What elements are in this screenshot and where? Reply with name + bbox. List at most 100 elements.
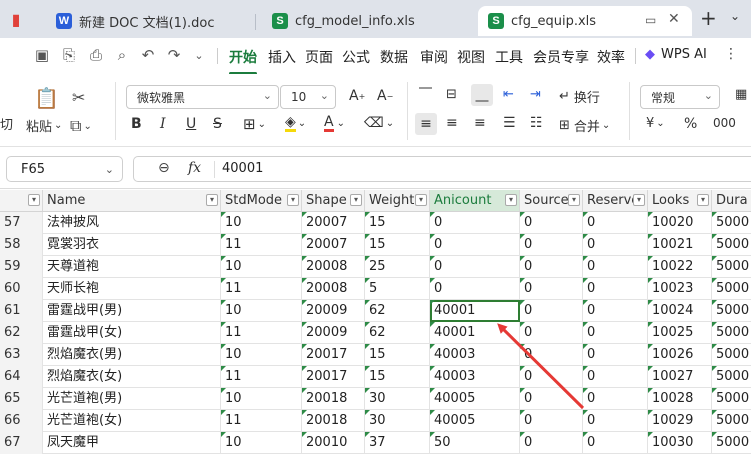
table-cell[interactable]: 5000 — [712, 410, 751, 432]
fx-icon[interactable]: fx — [188, 160, 201, 176]
row-number[interactable]: 65 — [0, 388, 43, 410]
column-header-anicount[interactable]: Anicount ▾ — [430, 190, 520, 211]
row-number[interactable]: 64 — [0, 366, 43, 388]
row-number[interactable]: 57 — [0, 212, 43, 234]
row-number[interactable]: 63 — [0, 344, 43, 366]
table-cell[interactable]: 0 — [583, 256, 648, 278]
table-cell[interactable]: 0 — [520, 410, 583, 432]
decrease-indent-icon[interactable]: ⇤ — [503, 87, 514, 102]
table-cell[interactable]: 50 — [430, 432, 520, 454]
align-middle-icon[interactable]: ⊟ — [446, 87, 457, 102]
zoom-icon[interactable]: ⊖ — [158, 160, 170, 176]
table-cell[interactable]: 15 — [365, 234, 430, 256]
table-cell[interactable]: 法神披风 — [43, 212, 221, 234]
table-cell[interactable]: 30 — [365, 388, 430, 410]
percent-icon[interactable]: % — [684, 116, 697, 132]
number-format-select[interactable]: 常规 ⌄ — [640, 85, 720, 109]
table-cell[interactable]: 11 — [221, 278, 302, 300]
table-cell[interactable]: 30 — [365, 410, 430, 432]
table-cell[interactable]: 0 — [430, 278, 520, 300]
table-cell[interactable]: 0 — [583, 234, 648, 256]
scissors-icon[interactable]: ✂ — [72, 88, 85, 107]
table-cell[interactable]: 烈焰魔衣(男) — [43, 344, 221, 366]
menu-tab-efficiency[interactable]: 效率 — [597, 47, 625, 67]
new-tab-icon[interactable]: + — [700, 6, 717, 30]
table-cell[interactable]: 烈焰魔衣(女) — [43, 366, 221, 388]
italic-icon[interactable]: I — [160, 116, 166, 132]
table-cell[interactable]: 0 — [583, 432, 648, 454]
font-color-icon[interactable]: A ⌄ — [324, 115, 345, 132]
table-cell[interactable]: 0 — [583, 410, 648, 432]
table-cell[interactable]: 40003 — [430, 344, 520, 366]
table-cell[interactable]: 15 — [365, 212, 430, 234]
border-icon[interactable]: ⊞ ⌄ — [243, 115, 266, 133]
table-cell[interactable]: 凤天魔甲 — [43, 432, 221, 454]
wrap-text-button[interactable]: ↵ 换行 — [559, 87, 600, 106]
menu-tab-home[interactable]: 开始 — [229, 47, 257, 75]
table-cell[interactable]: 5 — [365, 278, 430, 300]
redo-icon[interactable]: ↷ — [165, 46, 183, 64]
table-cell[interactable]: 20008 — [302, 278, 365, 300]
table-cell[interactable]: 10 — [221, 256, 302, 278]
table-cell[interactable]: 0 — [583, 344, 648, 366]
table-cell[interactable]: 20018 — [302, 410, 365, 432]
table-cell[interactable]: 5000 — [712, 432, 751, 454]
currency-button[interactable]: ¥ ⌄ — [646, 116, 665, 131]
table-cell[interactable]: 10029 — [648, 410, 712, 432]
table-cell[interactable]: 37 — [365, 432, 430, 454]
more-icon[interactable]: ⋮ — [724, 46, 738, 62]
table-cell[interactable]: 0 — [430, 212, 520, 234]
align-top-icon[interactable]: ⎺ — [419, 87, 432, 102]
conditional-format-icon[interactable]: ▦ — [735, 87, 747, 102]
column-header-shape[interactable]: Shape ▾ — [302, 190, 365, 211]
align-left-icon[interactable]: ≡ — [415, 113, 437, 135]
table-cell[interactable]: 0 — [583, 212, 648, 234]
table-cell[interactable]: 10020 — [648, 212, 712, 234]
table-cell[interactable]: 0 — [520, 256, 583, 278]
table-cell[interactable]: 10026 — [648, 344, 712, 366]
tab-doc[interactable]: W 新建 DOC 文档(1).doc — [46, 6, 256, 36]
close-icon[interactable]: ✕ — [668, 11, 680, 27]
column-header-reserve[interactable]: Reserve ▾ — [583, 190, 648, 211]
align-center-icon[interactable]: ≡ — [446, 115, 458, 131]
fill-color-icon[interactable]: ◈ ⌄ — [285, 115, 306, 132]
table-cell[interactable]: 10022 — [648, 256, 712, 278]
table-cell[interactable]: 雷霆战甲(男) — [43, 300, 221, 322]
table-cell[interactable]: 5000 — [712, 256, 751, 278]
row-number[interactable]: 61 — [0, 300, 43, 322]
paste-button[interactable]: 粘贴 ⌄ — [26, 116, 62, 135]
table-cell[interactable]: 0 — [583, 278, 648, 300]
table-cell[interactable]: 20009 — [302, 322, 365, 344]
table-cell[interactable]: 10023 — [648, 278, 712, 300]
table-cell[interactable]: 0 — [520, 432, 583, 454]
table-cell[interactable]: 0 — [583, 300, 648, 322]
table-cell[interactable]: 20008 — [302, 256, 365, 278]
increase-indent-icon[interactable]: ⇥ — [530, 87, 541, 102]
table-cell[interactable]: 5000 — [712, 278, 751, 300]
pdf-icon[interactable]: ▮ — [6, 9, 26, 29]
table-cell[interactable]: 20010 — [302, 432, 365, 454]
chevron-down-icon[interactable]: ⌄ — [730, 9, 740, 23]
row-number[interactable]: 67 — [0, 432, 43, 454]
table-cell[interactable]: 11 — [221, 410, 302, 432]
export-pdf-icon[interactable]: ⎘ — [60, 46, 78, 64]
table-cell[interactable]: 40003 — [430, 366, 520, 388]
align-bottom-icon[interactable]: ⎽ — [471, 84, 493, 106]
menu-tab-review[interactable]: 审阅 — [420, 47, 448, 67]
row-number[interactable]: 58 — [0, 234, 43, 256]
cut-button[interactable]: 剪切 — [0, 114, 13, 133]
table-cell[interactable]: 20017 — [302, 344, 365, 366]
wps-ai-button[interactable]: ◆ WPS AI — [645, 47, 707, 62]
table-cell[interactable]: 10024 — [648, 300, 712, 322]
table-cell[interactable]: 10 — [221, 388, 302, 410]
column-header-dura[interactable]: Dura — [712, 190, 751, 211]
table-cell[interactable]: 5000 — [712, 322, 751, 344]
customize-chevron-icon[interactable]: ⌄ — [190, 46, 208, 64]
table-cell[interactable]: 0 — [520, 366, 583, 388]
table-cell[interactable]: 0 — [520, 234, 583, 256]
menu-tab-data[interactable]: 数据 — [380, 47, 408, 67]
table-cell[interactable]: 10028 — [648, 388, 712, 410]
filter-icon[interactable]: ▾ — [697, 194, 709, 206]
tab-cfg-equip[interactable]: S cfg_equip.xls ▭ ✕ — [478, 6, 692, 36]
filter-icon[interactable]: ▾ — [633, 194, 645, 206]
